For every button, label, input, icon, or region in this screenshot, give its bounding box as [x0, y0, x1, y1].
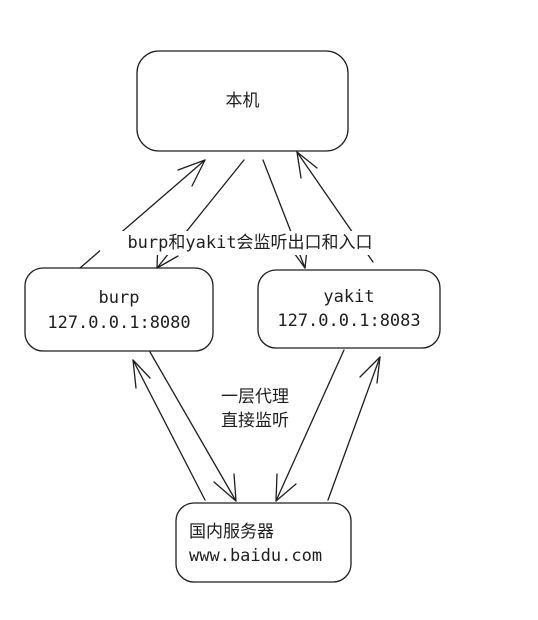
yakit-node-name: yakit	[323, 287, 375, 307]
host-node-label: 本机	[225, 91, 260, 111]
server-node-address: www.baidu.com	[189, 546, 323, 566]
server-to-yakit-arrow	[327, 356, 381, 501]
burp-node-name: burp	[98, 288, 140, 308]
burp-node-address: 127.0.0.1:8080	[47, 313, 191, 333]
server-to-burp-arrow	[132, 359, 206, 501]
server-node-name: 国内服务器	[189, 522, 274, 542]
annotation-middle-line1: 一层代理	[221, 387, 289, 407]
annotation-top: burp和yakit会监听出口和入口	[100, 231, 400, 255]
annotation-middle-line2: 直接监听	[221, 411, 289, 431]
yakit-node-address: 127.0.0.1:8083	[277, 311, 421, 331]
